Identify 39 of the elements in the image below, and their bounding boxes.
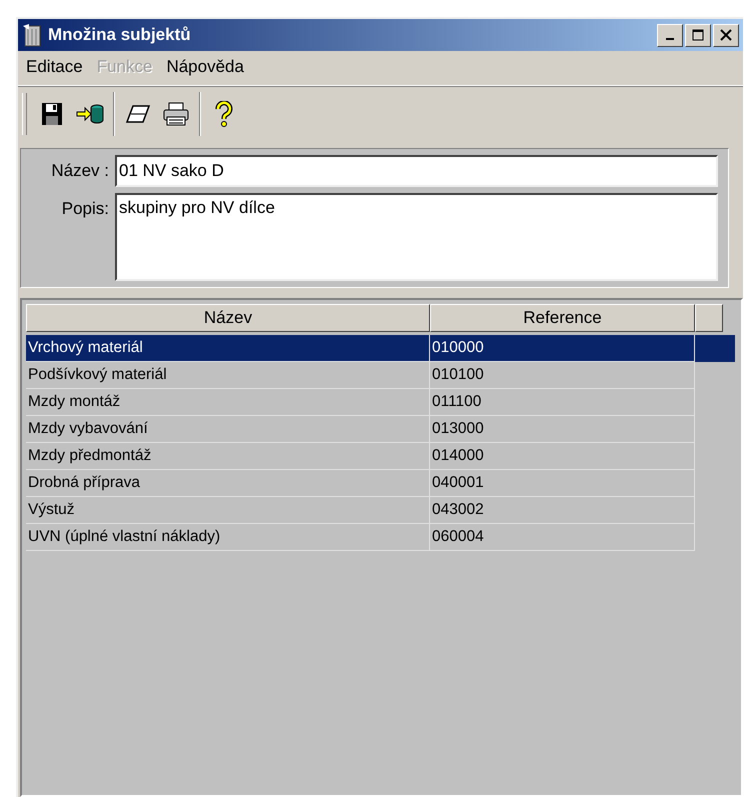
table-cell[interactable]: 010000 <box>430 335 695 362</box>
app-icon <box>22 23 42 47</box>
menu-item[interactable]: Nápověda <box>166 57 244 79</box>
close-icon <box>720 29 732 41</box>
table-cell[interactable]: Mzdy vybavování <box>26 416 430 443</box>
table-cell[interactable]: 060004 <box>430 524 695 551</box>
blank-column-header <box>695 304 723 332</box>
table-cell[interactable]: Vrchový materiál <box>26 335 430 362</box>
printer-icon[interactable] <box>163 102 189 126</box>
table-cell[interactable]: 010100 <box>430 362 695 389</box>
table-cell[interactable]: Mzdy montáž <box>26 389 430 416</box>
eraser-icon[interactable] <box>125 104 151 124</box>
table-cell[interactable]: UVN (úplné vlastní náklady) <box>26 524 430 551</box>
field-label: Popis: <box>60 198 109 220</box>
close-button[interactable] <box>713 24 739 46</box>
table-cell[interactable]: 040001 <box>430 470 695 497</box>
column-header[interactable]: Název <box>26 304 430 332</box>
table-cell[interactable]: Drobná příprava <box>26 470 430 497</box>
arrow-cylinder-icon[interactable] <box>76 104 104 124</box>
name-field[interactable]: 01 NV sako D <box>115 155 718 187</box>
row-highlight <box>695 335 735 362</box>
column-header[interactable]: Reference <box>430 304 695 332</box>
table-cell[interactable]: 011100 <box>430 389 695 416</box>
help-icon[interactable] <box>214 101 234 127</box>
window-title: Množina subjektů <box>48 25 192 45</box>
maximize-icon <box>692 29 704 41</box>
table-cell[interactable]: 014000 <box>430 443 695 470</box>
field-label: Název : <box>50 160 109 182</box>
maximize-button[interactable] <box>685 24 711 46</box>
description-field[interactable]: skupiny pro NV dílce <box>115 193 718 281</box>
table-cell[interactable]: Výstuž <box>26 497 430 524</box>
save-icon[interactable] <box>41 102 63 126</box>
table-cell[interactable]: Mzdy předmontáž <box>26 443 430 470</box>
table-cell[interactable]: 043002 <box>430 497 695 524</box>
minimize-icon <box>666 38 674 40</box>
menu-item[interactable]: Editace <box>26 57 83 79</box>
table-cell[interactable]: Podšívkový materiál <box>26 362 430 389</box>
minimize-button[interactable] <box>657 24 683 46</box>
table-cell[interactable]: 013000 <box>430 416 695 443</box>
